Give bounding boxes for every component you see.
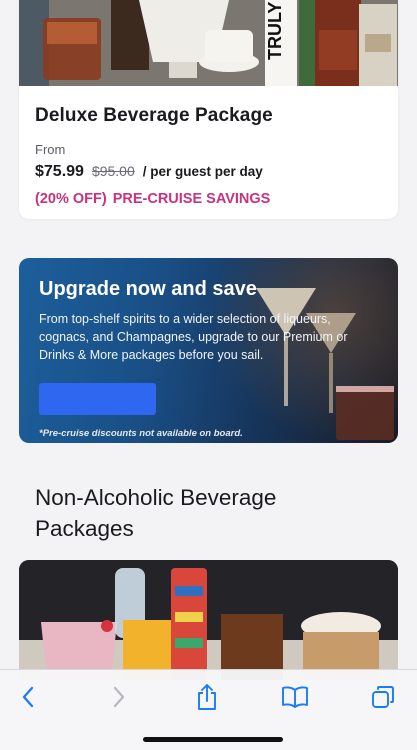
from-label: From [35, 142, 66, 157]
non-alcoholic-drinks-photo [19, 560, 398, 680]
price-row: $75.99 $95.00 / per guest per day [35, 163, 382, 181]
deluxe-drinks-photo: TRULY [19, 0, 398, 86]
tabs-icon [372, 686, 394, 708]
package-title: Deluxe Beverage Package [35, 105, 273, 126]
savings-text: PRE-CRUISE SAVINGS [112, 191, 271, 207]
banner-disclaimer: *Pre-cruise discounts not available on b… [39, 428, 243, 439]
truly-can-text: TRULY [265, 2, 285, 60]
back-button[interactable] [13, 684, 43, 710]
discount-percent: (20% OFF) [35, 191, 107, 207]
non-alcoholic-package-card[interactable] [19, 560, 398, 680]
back-icon [22, 686, 34, 708]
banner-title: Upgrade now and save [39, 278, 257, 300]
banner-description: From top-shelf spirits to a wider select… [39, 312, 348, 362]
share-icon [198, 684, 216, 710]
current-price: $75.99 [35, 163, 84, 180]
price-unit: / per guest per day [142, 164, 263, 179]
non-alcoholic-section-title: Non-Alcoholic Beverage Packages [35, 485, 277, 541]
original-price: $95.00 [91, 163, 135, 179]
bookmarks-icon [282, 686, 308, 708]
tabs-button[interactable] [368, 684, 398, 710]
savings-label: (20% OFF) PRE-CRUISE SAVINGS [35, 191, 382, 207]
upgrade-button[interactable] [39, 383, 156, 415]
share-button[interactable] [192, 684, 222, 710]
deluxe-package-card[interactable]: TRULY Deluxe Beverage Package From $75.9… [19, 0, 398, 219]
home-indicator [143, 737, 283, 742]
forward-icon [113, 686, 125, 708]
bookmarks-button[interactable] [280, 684, 310, 710]
upgrade-banner: Upgrade now and save From top-shelf spir… [19, 258, 398, 443]
forward-button[interactable] [104, 684, 134, 710]
